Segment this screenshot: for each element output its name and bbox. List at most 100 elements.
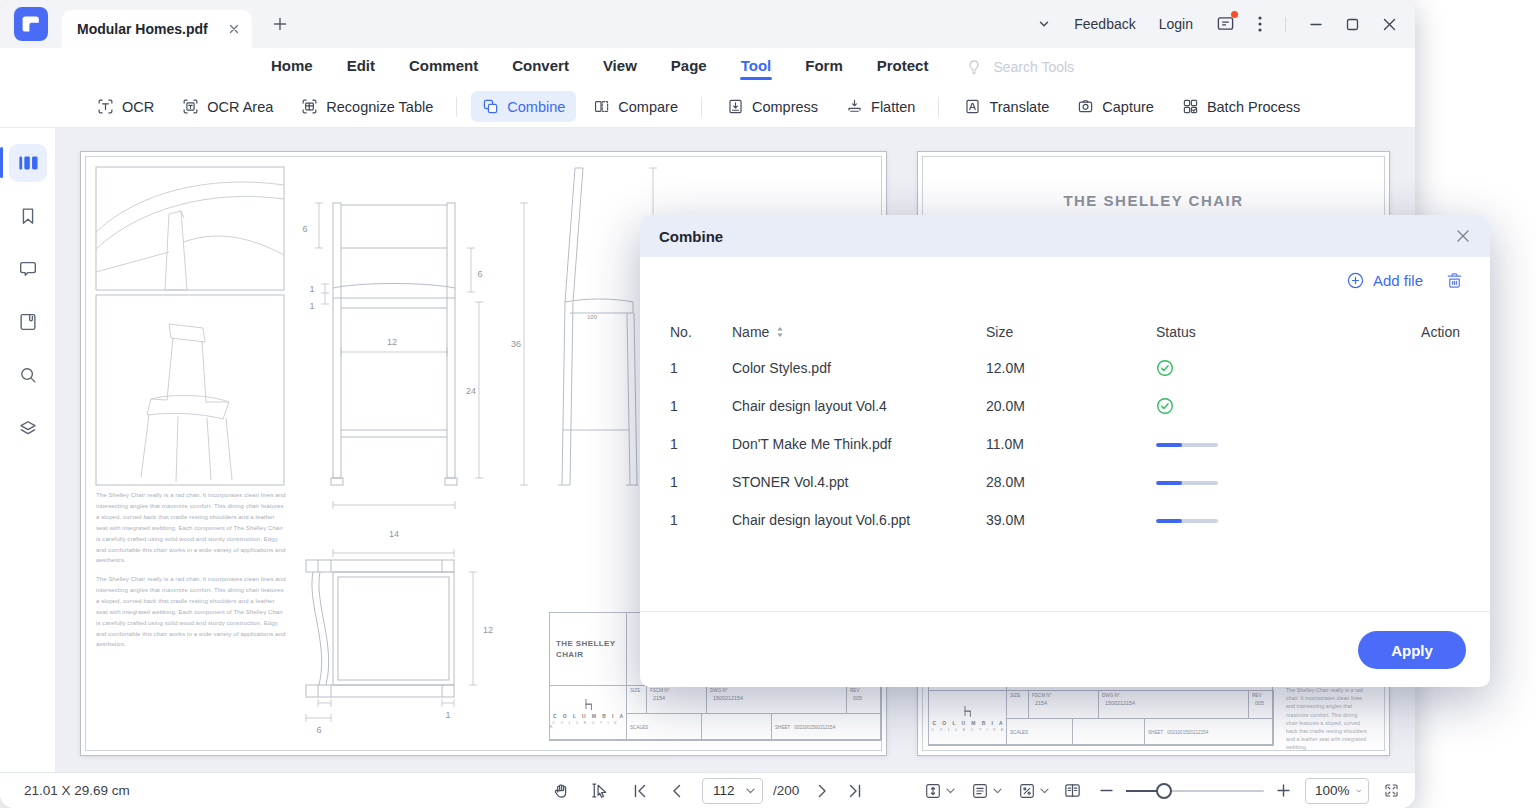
zoom-in-button[interactable]	[1276, 783, 1291, 798]
notifications-button[interactable]	[1216, 15, 1235, 33]
search-tools[interactable]: Search Tools	[965, 58, 1074, 76]
tool-combine[interactable]: Combine	[471, 91, 576, 122]
file-row[interactable]: 1Color Styles.pdf12.0M	[670, 349, 1460, 387]
zoom-mode-select[interactable]	[1018, 782, 1049, 800]
svg-text:1: 1	[445, 710, 450, 720]
tool-flatten[interactable]: Flatten	[835, 91, 926, 122]
last-page-button[interactable]	[847, 783, 863, 799]
select-tool-icon[interactable]	[590, 781, 609, 800]
tab-list-chevron-icon[interactable]	[1037, 17, 1051, 31]
tool-capture[interactable]: Capture	[1066, 91, 1165, 122]
file-row[interactable]: 1Chair design layout Vol.420.0M	[670, 387, 1460, 425]
feedback-link[interactable]: Feedback	[1074, 16, 1135, 32]
tool-translate[interactable]: Translate	[953, 91, 1060, 122]
zoom-slider[interactable]	[1126, 783, 1264, 799]
tool-compare[interactable]: Compare	[582, 91, 689, 122]
menu-home[interactable]: Home	[270, 55, 314, 80]
tool-batch[interactable]: Batch Process	[1171, 91, 1312, 122]
sidebar-attachment[interactable]	[0, 295, 56, 348]
file-name: Chair design layout Vol.4	[732, 398, 986, 414]
page-number-input[interactable]: 112	[702, 778, 763, 804]
combine-icon	[482, 98, 499, 115]
svg-text:12: 12	[483, 625, 493, 635]
compress-icon	[727, 98, 744, 115]
zoom-level-select[interactable]: 100%	[1305, 778, 1369, 804]
app-logo[interactable]	[14, 7, 48, 41]
right-page-caption: The Shelley Chair really is a rad chair.…	[1286, 686, 1370, 752]
file-row[interactable]: 1Don'T Make Me Think.pdf11.0M	[670, 425, 1460, 463]
new-tab-button[interactable]	[272, 16, 288, 32]
dialog-close-icon[interactable]	[1455, 228, 1471, 244]
svg-text:36: 36	[511, 339, 521, 349]
tool-compress[interactable]: Compress	[716, 91, 829, 122]
search-icon	[17, 364, 39, 386]
menu-page[interactable]: Page	[670, 55, 708, 80]
file-size: 20.0M	[986, 398, 1156, 414]
page-layout-select[interactable]	[971, 782, 1002, 800]
apply-button[interactable]: Apply	[1358, 631, 1466, 669]
layers-icon	[17, 417, 39, 439]
more-menu-button[interactable]	[1258, 16, 1262, 32]
sidebar-bookmark[interactable]	[0, 189, 56, 242]
notification-dot	[1231, 11, 1238, 18]
zoom-out-button[interactable]	[1099, 783, 1114, 798]
ocr-area-icon	[182, 98, 199, 115]
capture-icon	[1077, 98, 1094, 115]
batch-icon	[1182, 98, 1199, 115]
titlebar-divider	[1285, 17, 1286, 32]
col-name[interactable]: Name	[732, 324, 986, 340]
file-name: Don'T Make Me Think.pdf	[732, 436, 986, 452]
fullscreen-button[interactable]	[1383, 782, 1400, 799]
tool-recognize-table[interactable]: Recognize Table	[290, 91, 444, 122]
menu-edit[interactable]: Edit	[346, 55, 376, 80]
svg-text:6: 6	[316, 725, 321, 735]
reading-mode-icon[interactable]	[1063, 781, 1082, 800]
file-size: 39.0M	[986, 512, 1156, 528]
menu-form[interactable]: Form	[804, 55, 844, 80]
recognize-table-icon	[301, 98, 318, 115]
sidebar-comment[interactable]	[0, 242, 56, 295]
svg-text:6: 6	[302, 224, 307, 234]
sidebar-search[interactable]	[0, 348, 56, 401]
first-page-button[interactable]	[632, 783, 648, 799]
translate-icon	[964, 98, 981, 115]
window-close-button[interactable]	[1382, 17, 1397, 32]
menu-comment[interactable]: Comment	[408, 55, 479, 80]
chair-description-2: The Shelley Chair really is a rad chair.…	[96, 574, 288, 650]
svg-text:6: 6	[477, 269, 482, 279]
file-size: 11.0M	[986, 436, 1156, 452]
sidebar-thumbnails[interactable]	[0, 136, 56, 189]
menu-tool[interactable]: Tool	[740, 55, 773, 80]
add-file-button[interactable]: Add file	[1347, 272, 1423, 289]
menu-protect[interactable]: Protect	[876, 55, 930, 80]
svg-text:24: 24	[466, 386, 476, 396]
next-page-button[interactable]	[814, 783, 830, 799]
zoom-slider-knob[interactable]	[1156, 783, 1172, 799]
prev-page-button[interactable]	[669, 783, 685, 799]
file-name: STONER Vol.4.ppt	[732, 474, 986, 490]
col-status: Status	[1156, 324, 1404, 340]
delete-files-button[interactable]	[1445, 271, 1464, 290]
sidebar-layers[interactable]	[0, 401, 56, 454]
file-no: 1	[670, 398, 732, 414]
right-page-title: THE SHELLEY CHAIR	[918, 192, 1389, 209]
tool-ocr-area[interactable]: OCR Area	[171, 91, 284, 122]
minimize-button[interactable]	[1309, 17, 1323, 31]
file-size: 12.0M	[986, 360, 1156, 376]
tool-ocr[interactable]: OCR	[86, 91, 165, 122]
menu-convert[interactable]: Convert	[511, 55, 570, 80]
hand-tool-icon[interactable]	[551, 781, 570, 800]
fit-height-select[interactable]	[924, 782, 955, 800]
file-row[interactable]: 1Chair design layout Vol.6.ppt39.0M	[670, 501, 1460, 539]
menu-view[interactable]: View	[602, 55, 638, 80]
files-table-header: No. Name Size Status Action	[670, 317, 1460, 347]
left-sidebar	[0, 128, 56, 772]
document-tab[interactable]: Modular Homes.pdf	[62, 10, 252, 48]
success-check-icon	[1156, 359, 1174, 377]
file-row[interactable]: 1STONER Vol.4.ppt28.0M	[670, 463, 1460, 501]
maximize-button[interactable]	[1346, 18, 1359, 31]
flatten-icon	[846, 98, 863, 115]
login-link[interactable]: Login	[1159, 16, 1193, 32]
tab-close-icon[interactable]	[228, 23, 240, 35]
menubar: Home Edit Comment Convert View Page Tool Form Pr…	[0, 48, 1415, 86]
